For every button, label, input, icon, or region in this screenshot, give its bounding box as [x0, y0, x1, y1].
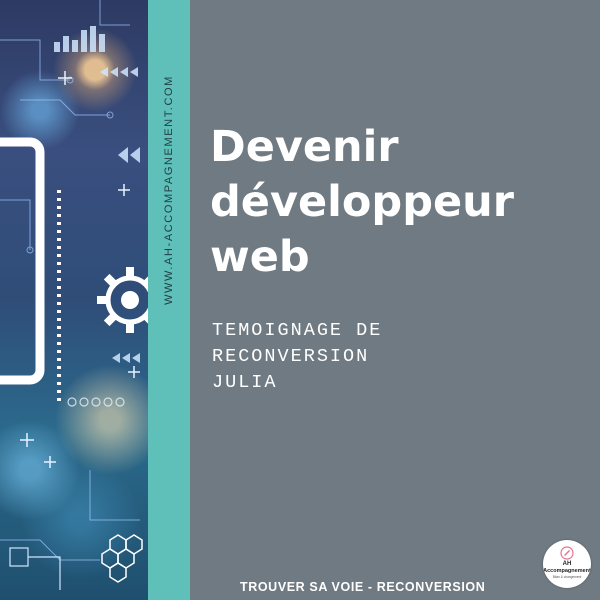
footer-category: TROUVER SA VOIE - RECONVERSION — [240, 580, 486, 594]
subtitle-line: JULIA — [212, 372, 278, 393]
rocket-icon — [560, 546, 574, 560]
title-line: développeur — [210, 177, 514, 227]
title-line: Devenir — [210, 122, 399, 172]
main-panel — [190, 0, 600, 600]
background-tech-image — [0, 0, 148, 600]
circuit-decor-icon — [0, 0, 148, 590]
subtitle: TEMOIGNAGE DE RECONVERSION JULIA — [212, 318, 382, 396]
page-title: Devenir développeur web — [210, 120, 590, 285]
subtitle-line: TEMOIGNAGE DE — [212, 320, 383, 341]
subtitle-line: RECONVERSION — [212, 346, 370, 367]
brand-logo[interactable]: AH Accompagnement Bilan & changement — [543, 540, 591, 588]
title-line: web — [210, 232, 310, 282]
logo-text-tagline: Bilan & changement — [552, 575, 582, 579]
logo-text-name: Accompagnement — [543, 568, 591, 574]
logo-text-ah: AH — [562, 561, 572, 567]
website-url[interactable]: WWW.AH-ACCOMPAGNEMENT.COM — [163, 75, 175, 305]
